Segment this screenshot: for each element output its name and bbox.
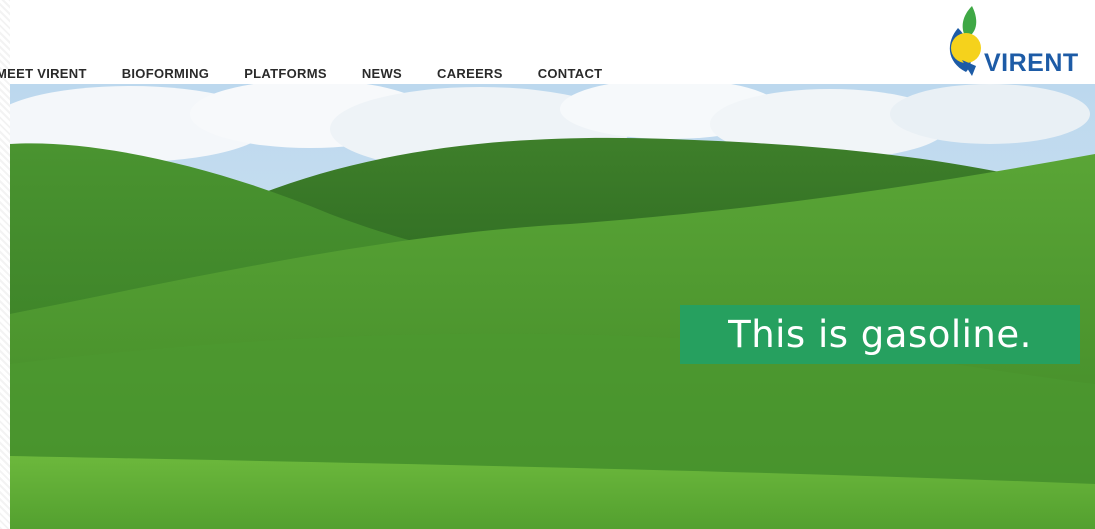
logo-wordmark: VIRENT [984,49,1079,77]
nav-item-careers[interactable]: CAREERS [437,66,503,81]
nav-item-contact[interactable]: CONTACT [538,66,603,81]
hero-tagline: This is gasoline. [680,305,1080,364]
nav-item-meet-virent[interactable]: MEET VIRENT [0,66,87,81]
virent-logo[interactable]: VIRENT [944,4,1092,80]
page: MEET VIRENT BIOFORMING PLATFORMS NEWS CA… [0,0,1095,529]
nav-item-news[interactable]: NEWS [362,66,402,81]
main-nav: MEET VIRENT BIOFORMING PLATFORMS NEWS CA… [0,62,637,84]
nav-item-platforms[interactable]: PLATFORMS [244,66,327,81]
nav-item-bioforming[interactable]: BIOFORMING [122,66,210,81]
